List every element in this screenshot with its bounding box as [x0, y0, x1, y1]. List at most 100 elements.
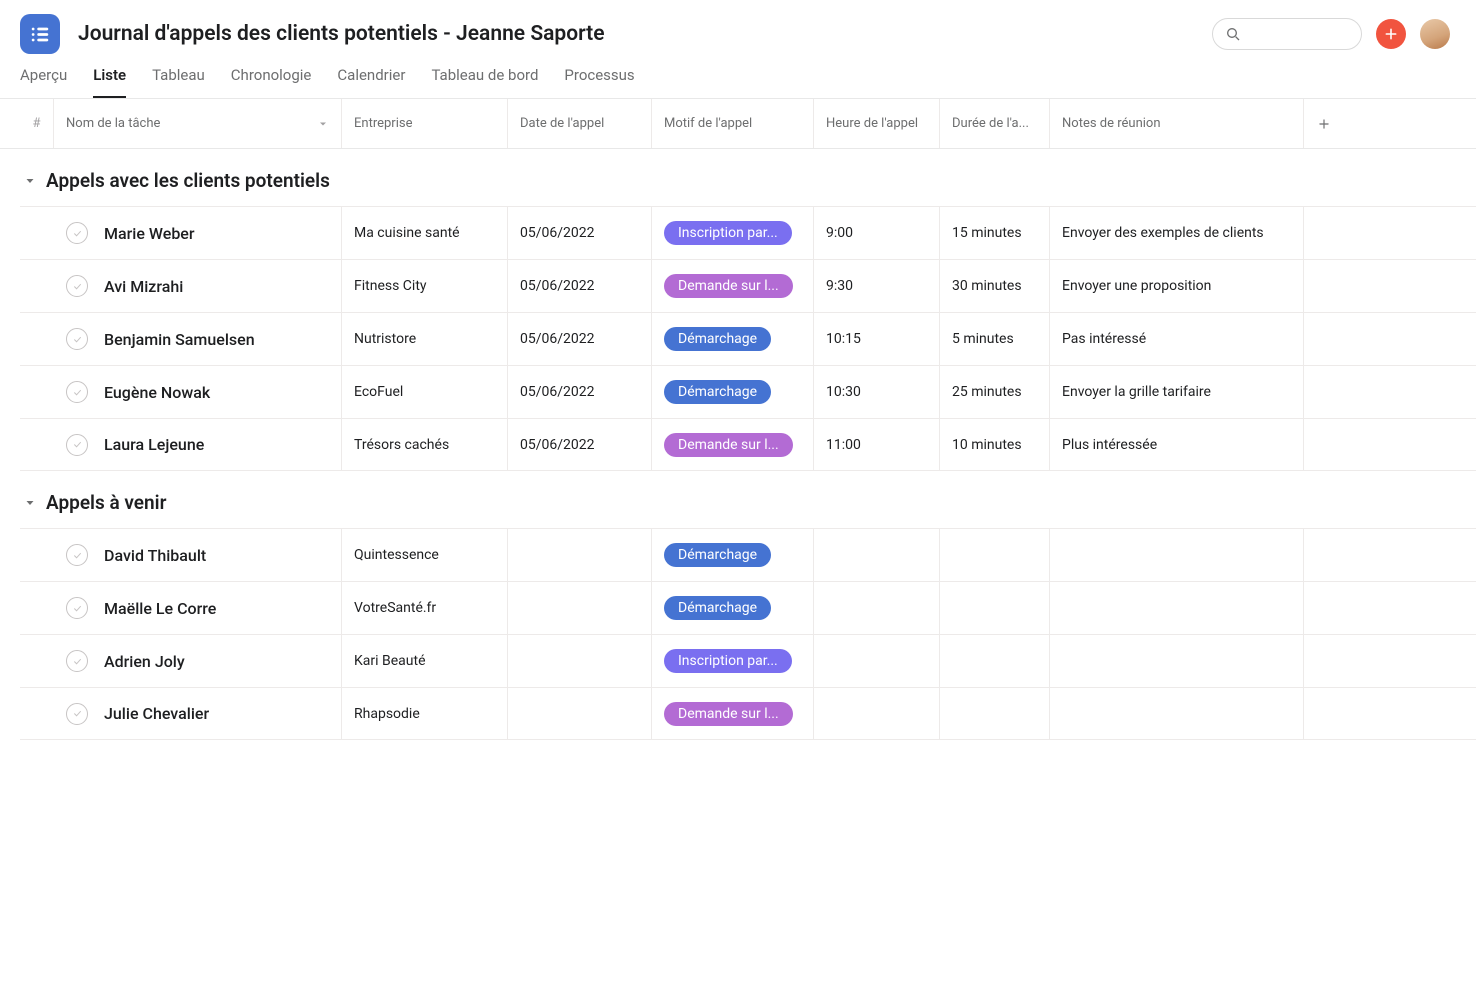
column-company[interactable]: Entreprise: [342, 99, 508, 148]
group-header[interactable]: Appels avec les clients potentiels: [20, 149, 1476, 206]
cell-name[interactable]: Julie Chevalier: [54, 688, 342, 739]
cell-date[interactable]: 05/06/2022: [508, 207, 652, 259]
cell-date[interactable]: 05/06/2022: [508, 313, 652, 365]
cell-reason[interactable]: Inscription par...: [652, 207, 814, 259]
cell-date[interactable]: [508, 582, 652, 634]
cell-reason[interactable]: Demande sur l...: [652, 260, 814, 312]
column-hour[interactable]: Heure de l'appel: [814, 99, 940, 148]
cell-duration[interactable]: [940, 582, 1050, 634]
column-hash[interactable]: #: [20, 99, 54, 148]
cell-reason[interactable]: Démarchage: [652, 366, 814, 418]
cell-duration[interactable]: [940, 529, 1050, 581]
cell-hour[interactable]: 10:30: [814, 366, 940, 418]
cell-notes[interactable]: Plus intéressée: [1050, 419, 1304, 470]
cell-reason[interactable]: Demande sur l...: [652, 419, 814, 470]
table-row[interactable]: Adrien JolyKari Beauté Inscription par...: [20, 634, 1476, 687]
complete-toggle[interactable]: [66, 275, 88, 297]
cell-duration[interactable]: 10 minutes: [940, 419, 1050, 470]
tab-tableau[interactable]: Tableau: [152, 66, 205, 98]
complete-toggle[interactable]: [66, 434, 88, 456]
tab-aperçu[interactable]: Aperçu: [20, 66, 67, 98]
cell-name[interactable]: Eugène Nowak: [54, 366, 342, 418]
complete-toggle[interactable]: [66, 650, 88, 672]
group-header[interactable]: Appels à venir: [20, 471, 1476, 528]
cell-date[interactable]: 05/06/2022: [508, 260, 652, 312]
table-row[interactable]: Avi MizrahiFitness City05/06/2022Demande…: [20, 259, 1476, 312]
cell-notes[interactable]: [1050, 582, 1304, 634]
cell-hour[interactable]: 9:00: [814, 207, 940, 259]
cell-date[interactable]: 05/06/2022: [508, 419, 652, 470]
table-row[interactable]: Eugène NowakEcoFuel05/06/2022Démarchage1…: [20, 365, 1476, 418]
cell-date[interactable]: [508, 635, 652, 687]
cell-duration[interactable]: [940, 635, 1050, 687]
complete-toggle[interactable]: [66, 597, 88, 619]
column-notes[interactable]: Notes de réunion: [1050, 99, 1304, 148]
search-input[interactable]: [1212, 18, 1362, 50]
cell-date[interactable]: [508, 529, 652, 581]
cell-duration[interactable]: 5 minutes: [940, 313, 1050, 365]
cell-name[interactable]: Marie Weber: [54, 207, 342, 259]
cell-name[interactable]: Benjamin Samuelsen: [54, 313, 342, 365]
cell-hour[interactable]: [814, 529, 940, 581]
cell-company[interactable]: Trésors cachés: [342, 419, 508, 470]
cell-reason[interactable]: Démarchage: [652, 529, 814, 581]
cell-name[interactable]: Laura Lejeune: [54, 419, 342, 470]
tab-tableau-de-bord[interactable]: Tableau de bord: [431, 66, 538, 98]
complete-toggle[interactable]: [66, 222, 88, 244]
cell-company[interactable]: Nutristore: [342, 313, 508, 365]
cell-name[interactable]: Avi Mizrahi: [54, 260, 342, 312]
cell-date[interactable]: 05/06/2022: [508, 366, 652, 418]
tab-processus[interactable]: Processus: [564, 66, 634, 98]
complete-toggle[interactable]: [66, 703, 88, 725]
cell-company[interactable]: EcoFuel: [342, 366, 508, 418]
add-button[interactable]: [1376, 19, 1406, 49]
cell-company[interactable]: Fitness City: [342, 260, 508, 312]
cell-company[interactable]: Ma cuisine santé: [342, 207, 508, 259]
cell-notes[interactable]: [1050, 688, 1304, 739]
complete-toggle[interactable]: [66, 544, 88, 566]
cell-duration[interactable]: 30 minutes: [940, 260, 1050, 312]
complete-toggle[interactable]: [66, 381, 88, 403]
cell-company[interactable]: Rhapsodie: [342, 688, 508, 739]
column-name[interactable]: Nom de la tâche: [54, 99, 342, 148]
cell-reason[interactable]: Démarchage: [652, 313, 814, 365]
complete-toggle[interactable]: [66, 328, 88, 350]
cell-hour[interactable]: [814, 582, 940, 634]
avatar[interactable]: [1420, 19, 1450, 49]
cell-reason[interactable]: Inscription par...: [652, 635, 814, 687]
cell-hour[interactable]: [814, 635, 940, 687]
cell-duration[interactable]: [940, 688, 1050, 739]
add-column-button[interactable]: [1304, 99, 1344, 148]
cell-duration[interactable]: 25 minutes: [940, 366, 1050, 418]
table-row[interactable]: Laura LejeuneTrésors cachés05/06/2022Dem…: [20, 418, 1476, 471]
cell-company[interactable]: Quintessence: [342, 529, 508, 581]
cell-hour[interactable]: 11:00: [814, 419, 940, 470]
tab-calendrier[interactable]: Calendrier: [337, 66, 405, 98]
column-duration[interactable]: Durée de l'a...: [940, 99, 1050, 148]
column-date[interactable]: Date de l'appel: [508, 99, 652, 148]
cell-hour[interactable]: 10:15: [814, 313, 940, 365]
cell-name[interactable]: Adrien Joly: [54, 635, 342, 687]
table-row[interactable]: Julie ChevalierRhapsodie Demande sur l...: [20, 687, 1476, 740]
cell-notes[interactable]: Pas intéressé: [1050, 313, 1304, 365]
cell-notes[interactable]: [1050, 529, 1304, 581]
column-reason[interactable]: Motif de l'appel: [652, 99, 814, 148]
cell-notes[interactable]: Envoyer la grille tarifaire: [1050, 366, 1304, 418]
tab-liste[interactable]: Liste: [93, 66, 126, 98]
table-row[interactable]: Marie WeberMa cuisine santé05/06/2022Ins…: [20, 206, 1476, 259]
cell-hour[interactable]: 9:30: [814, 260, 940, 312]
cell-reason[interactable]: Demande sur l...: [652, 688, 814, 739]
cell-notes[interactable]: [1050, 635, 1304, 687]
table-row[interactable]: Benjamin SamuelsenNutristore05/06/2022Dé…: [20, 312, 1476, 365]
project-icon[interactable]: [20, 14, 60, 54]
cell-notes[interactable]: Envoyer des exemples de clients: [1050, 207, 1304, 259]
cell-date[interactable]: [508, 688, 652, 739]
cell-duration[interactable]: 15 minutes: [940, 207, 1050, 259]
cell-name[interactable]: David Thibault: [54, 529, 342, 581]
cell-company[interactable]: Kari Beauté: [342, 635, 508, 687]
cell-name[interactable]: Maëlle Le Corre: [54, 582, 342, 634]
cell-hour[interactable]: [814, 688, 940, 739]
cell-company[interactable]: VotreSanté.fr: [342, 582, 508, 634]
tab-chronologie[interactable]: Chronologie: [231, 66, 312, 98]
table-row[interactable]: Maëlle Le CorreVotreSanté.frDémarchage: [20, 581, 1476, 634]
